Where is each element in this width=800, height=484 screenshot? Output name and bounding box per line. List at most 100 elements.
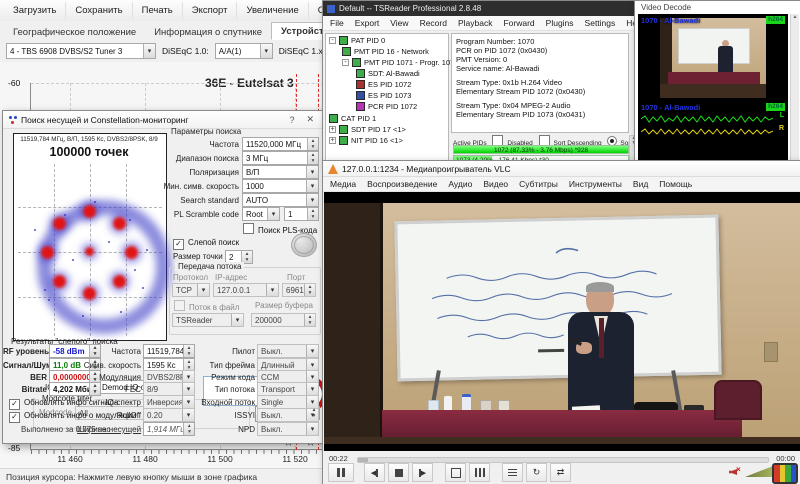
floor bbox=[324, 437, 800, 444]
constellation-plot[interactable]: 11519,784 МГц, В/П, 1595 Кс, DVBS2/8PSK,… bbox=[13, 133, 167, 341]
tree-item[interactable]: CAT PID 1 bbox=[341, 114, 376, 123]
vlc-titlebar[interactable]: 127.0.0.1:1234 - Медиапроигрыватель VLC bbox=[323, 161, 800, 177]
tree-item[interactable]: PCR PID 1072 bbox=[368, 102, 417, 111]
video-decode-thumbnail[interactable]: 1070 - Al-Bawadi h264 bbox=[638, 14, 788, 102]
menu-media[interactable]: Медиа bbox=[330, 179, 356, 189]
next-button[interactable]: ▶ bbox=[412, 463, 433, 482]
menu-playback[interactable]: Воспроизведение bbox=[367, 179, 437, 189]
buffer-size-stepper[interactable]: 200000 bbox=[251, 313, 316, 327]
vlc-video-area[interactable] bbox=[324, 192, 800, 451]
blind-search-checkbox-box[interactable] bbox=[173, 239, 184, 250]
mute-button[interactable]: × bbox=[729, 467, 741, 477]
result-iq-spectrum-value: Инверсия bbox=[143, 395, 195, 409]
tree-item[interactable]: ES PID 1073 bbox=[368, 91, 411, 100]
previous-button[interactable]: ◀ bbox=[364, 463, 385, 482]
issyi-label: ISSYI bbox=[199, 411, 255, 420]
toolbar-print-button[interactable]: Печать bbox=[133, 2, 183, 19]
toolbar-load-button[interactable]: Загрузить bbox=[4, 2, 66, 19]
volume-slider[interactable] bbox=[745, 466, 773, 477]
menu-plugins[interactable]: Plugins bbox=[546, 18, 574, 28]
tree-expand-icon[interactable]: + bbox=[329, 126, 336, 133]
polarization-label: Поляризация bbox=[169, 168, 239, 177]
tree-expand-icon[interactable]: + bbox=[329, 137, 336, 144]
playlist-button[interactable] bbox=[502, 463, 523, 482]
toolbar-zoom-button[interactable]: Увеличение bbox=[237, 2, 308, 19]
pls-search-checkbox-box[interactable] bbox=[243, 223, 254, 234]
toolbar-save-button[interactable]: Сохранить bbox=[66, 2, 132, 19]
search-standard-select[interactable]: AUTO bbox=[242, 193, 319, 207]
stop-button[interactable] bbox=[388, 463, 409, 482]
frame-type-label: Тип фрейма bbox=[199, 361, 255, 370]
tree-item[interactable]: ES PID 1072 bbox=[368, 80, 411, 89]
tree-item[interactable]: SDT PID 17 <1> bbox=[351, 125, 406, 134]
table-icon bbox=[329, 114, 338, 123]
stream-to-file-checkbox-box[interactable] bbox=[174, 300, 185, 311]
pl-scramble-value-stepper[interactable]: 1 bbox=[284, 207, 319, 221]
menu-help[interactable]: Помощь bbox=[659, 179, 692, 189]
menu-view[interactable]: Вид bbox=[633, 179, 648, 189]
tree-item[interactable]: SDT: Al-Bawadi bbox=[368, 69, 420, 78]
bitrate-value: 4,202 Мбит bbox=[49, 382, 101, 396]
tree-item[interactable]: PAT PID 0 bbox=[351, 36, 385, 45]
menu-audio[interactable]: Аудио bbox=[448, 179, 472, 189]
info-line: PCR on PID 1072 (0x0430) bbox=[456, 46, 626, 55]
x-tick-label: 11 460 bbox=[48, 454, 92, 464]
tsreader-window: Default -- TSReader Professional 2.8.48 … bbox=[322, 0, 636, 164]
pl-scramble-mode-select[interactable]: Root bbox=[242, 207, 280, 221]
menu-subtitles[interactable]: Субтитры bbox=[519, 179, 558, 189]
blind-search-checkbox[interactable]: Слепой поиск bbox=[173, 238, 239, 250]
reader-select[interactable]: TSReader bbox=[172, 313, 244, 327]
loop-button[interactable]: ↻ bbox=[526, 463, 547, 482]
help-button[interactable]: ? bbox=[285, 115, 298, 125]
shuffle-button[interactable]: ⇄ bbox=[550, 463, 571, 482]
carrier-search-titlebar[interactable]: Поиск несущей и Constellation-мониторинг… bbox=[3, 111, 323, 129]
tab-geo-position[interactable]: Географическое положение bbox=[4, 24, 145, 40]
update-signal-checkbox-box[interactable] bbox=[9, 399, 20, 410]
tree-expand-icon[interactable]: - bbox=[329, 37, 336, 44]
fullscreen-button[interactable] bbox=[445, 463, 466, 482]
extended-settings-button[interactable] bbox=[469, 463, 490, 482]
result-freq-value: 11519,784 МГц bbox=[143, 344, 195, 358]
menu-export[interactable]: Export bbox=[355, 18, 380, 28]
toolbar-export-button[interactable]: Экспорт bbox=[183, 2, 238, 19]
tree-item[interactable]: PMT PID 16 - Network bbox=[354, 47, 429, 56]
menu-file[interactable]: File bbox=[330, 18, 344, 28]
tuner-select[interactable]: 4 - TBS 6908 DVBS/S2 Tuner 3 bbox=[6, 43, 156, 59]
vlc-title: 127.0.0.1:1234 - Медиапроигрыватель VLC bbox=[342, 164, 511, 174]
menu-forward[interactable]: Forward bbox=[503, 18, 534, 28]
menu-view[interactable]: View bbox=[390, 18, 408, 28]
menu-tools[interactable]: Инструменты bbox=[569, 179, 622, 189]
constellation-cluster bbox=[113, 275, 126, 288]
tree-expand-icon[interactable]: - bbox=[342, 59, 349, 66]
pid-tree-pane[interactable]: -PAT PID 0 PMT PID 16 - Network -PMT PID… bbox=[325, 33, 449, 161]
update-modulation-checkbox-box[interactable] bbox=[9, 412, 20, 423]
pause-button[interactable] bbox=[328, 463, 354, 482]
min-symrate-label: Мин. симв. скорость bbox=[163, 182, 239, 191]
diseqc10-select[interactable]: A/A(1) bbox=[215, 43, 273, 59]
tsreader-titlebar[interactable]: Default -- TSReader Professional 2.8.48 bbox=[323, 1, 635, 16]
program-info-pane[interactable]: Program Number: 1070 PCR on PID 1072 (0x… bbox=[451, 33, 629, 133]
menu-settings[interactable]: Settings bbox=[585, 18, 616, 28]
ip-select[interactable]: 127.0.0.1 bbox=[213, 283, 279, 297]
freq-stepper[interactable]: 11520,000 МГц bbox=[242, 137, 319, 151]
stream-to-file-checkbox[interactable]: Поток в файл bbox=[174, 300, 239, 312]
pid-rate-bar[interactable]: 1072 (87.33% - 3.76 Mbps) *928 bbox=[453, 145, 629, 154]
menu-playback[interactable]: Playback bbox=[458, 18, 493, 28]
port-stepper[interactable]: 6961 bbox=[282, 283, 316, 297]
min-symrate-select[interactable]: 1000 bbox=[242, 179, 319, 193]
tree-item[interactable]: NIT PID 16 <1> bbox=[351, 136, 403, 145]
tree-item[interactable]: PMT PID 1071 - Progr. 1070 bbox=[364, 58, 459, 67]
menu-video[interactable]: Видео bbox=[483, 179, 508, 189]
protocol-select[interactable]: TCP bbox=[172, 283, 210, 297]
tab-satellite-info[interactable]: Информация о спутнике bbox=[145, 24, 271, 40]
carrier-width-link[interactable]: Ширина несущей bbox=[77, 425, 141, 434]
video-decode-scrollbar[interactable]: ▲ bbox=[790, 14, 799, 160]
range-stepper[interactable]: 3 МГц bbox=[242, 151, 319, 165]
constellation-cluster bbox=[41, 246, 54, 259]
close-button[interactable]: ✕ bbox=[302, 114, 318, 125]
tsreader-menubar: File Export View Record Playback Forward… bbox=[323, 16, 635, 31]
menu-record[interactable]: Record bbox=[420, 18, 447, 28]
polarization-select[interactable]: В/П bbox=[242, 165, 319, 179]
audio-waveform-left bbox=[641, 114, 773, 124]
vlc-controls: ◀ ▶ ↻ ⇄ bbox=[328, 463, 571, 482]
